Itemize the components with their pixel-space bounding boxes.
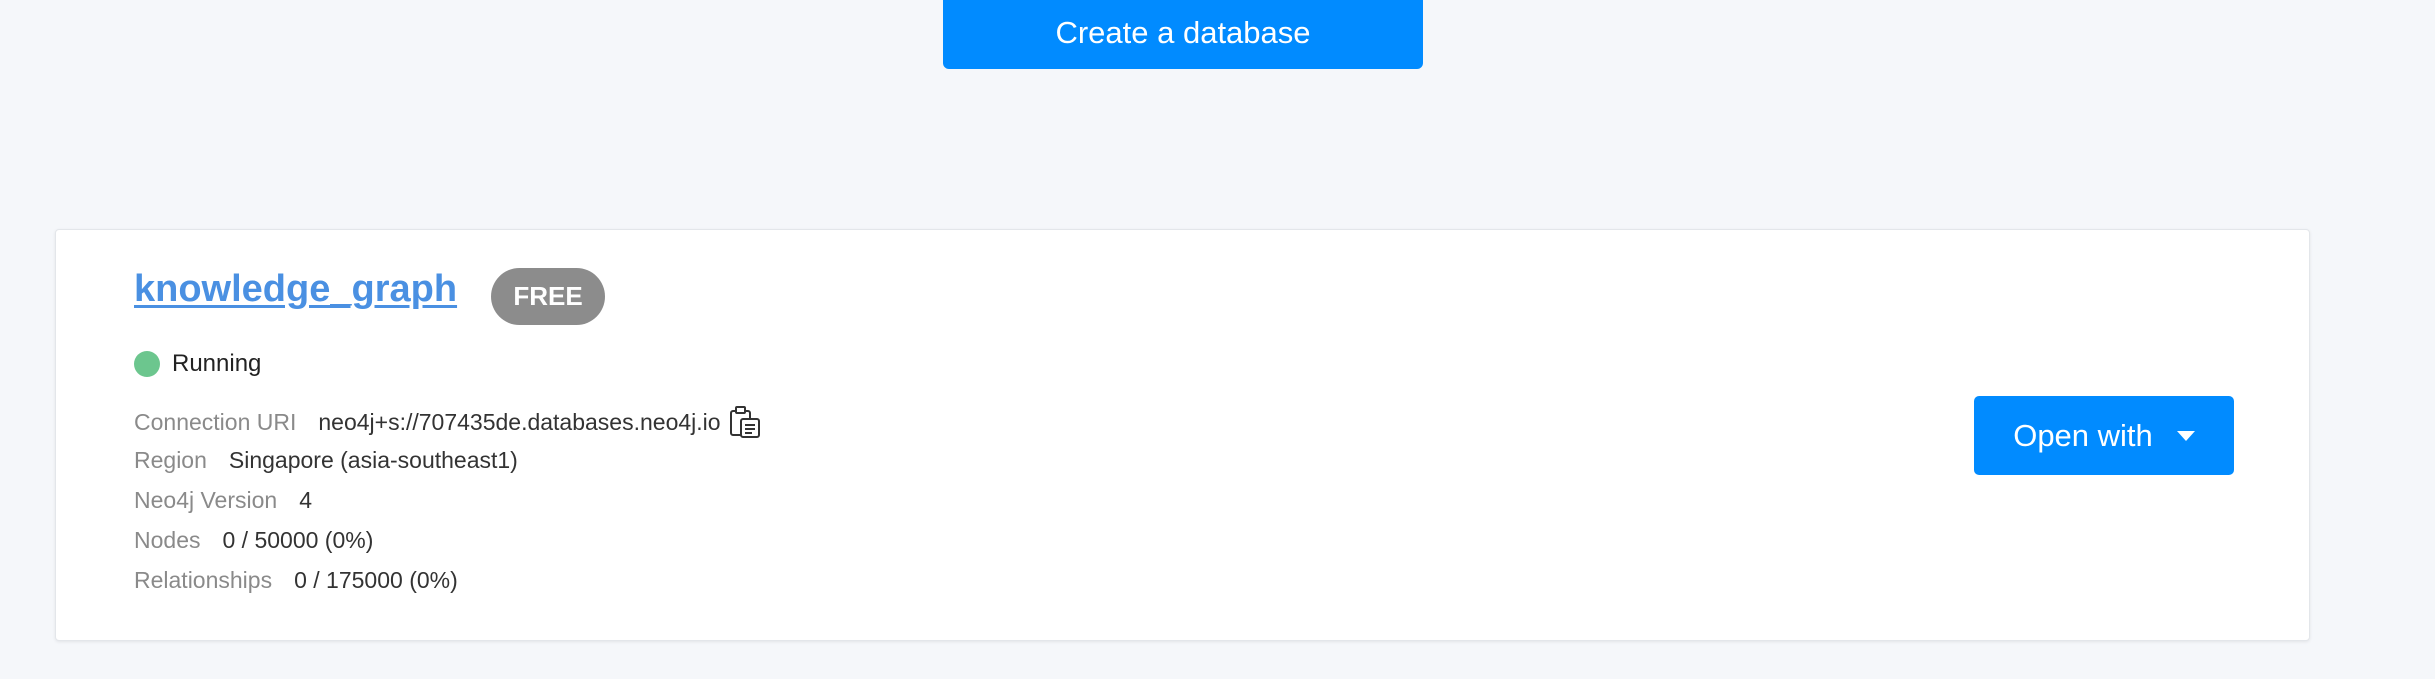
nodes-value: 0 / 50000 (0%) [222,527,374,553]
detail-row-connection-uri: Connection URI neo4j+s://707435de.databa… [134,404,763,440]
region-label: Region [134,447,207,473]
detail-row-version: Neo4j Version 4 [134,487,312,514]
relationships-label: Relationships [134,567,273,593]
create-database-button[interactable]: Create a database [943,0,1423,69]
nodes-label: Nodes [134,527,201,553]
clipboard-icon[interactable] [727,404,763,440]
database-card: knowledge_graph FREE Running Connection … [55,229,2310,641]
version-value: 4 [299,487,312,513]
status-indicator: Running [134,350,261,378]
detail-row-nodes: Nodes 0 / 50000 (0%) [134,527,373,554]
open-with-button[interactable]: Open with [1974,396,2234,475]
open-with-label: Open with [2013,417,2153,453]
detail-row-region: Region Singapore (asia-southeast1) [134,447,518,474]
version-label: Neo4j Version [134,487,278,513]
connection-uri-label: Connection URI [134,408,297,435]
status-text: Running [172,350,262,377]
database-name-link[interactable]: knowledge_graph [134,268,457,311]
tier-badge: FREE [491,268,605,325]
region-value: Singapore (asia-southeast1) [228,447,518,473]
caret-down-icon [2176,430,2195,441]
detail-row-relationships: Relationships 0 / 175000 (0%) [134,567,458,594]
status-dot-icon [134,351,160,377]
connection-uri-value: neo4j+s://707435de.databases.neo4j.io [318,408,721,435]
relationships-value: 0 / 175000 (0%) [294,567,458,593]
